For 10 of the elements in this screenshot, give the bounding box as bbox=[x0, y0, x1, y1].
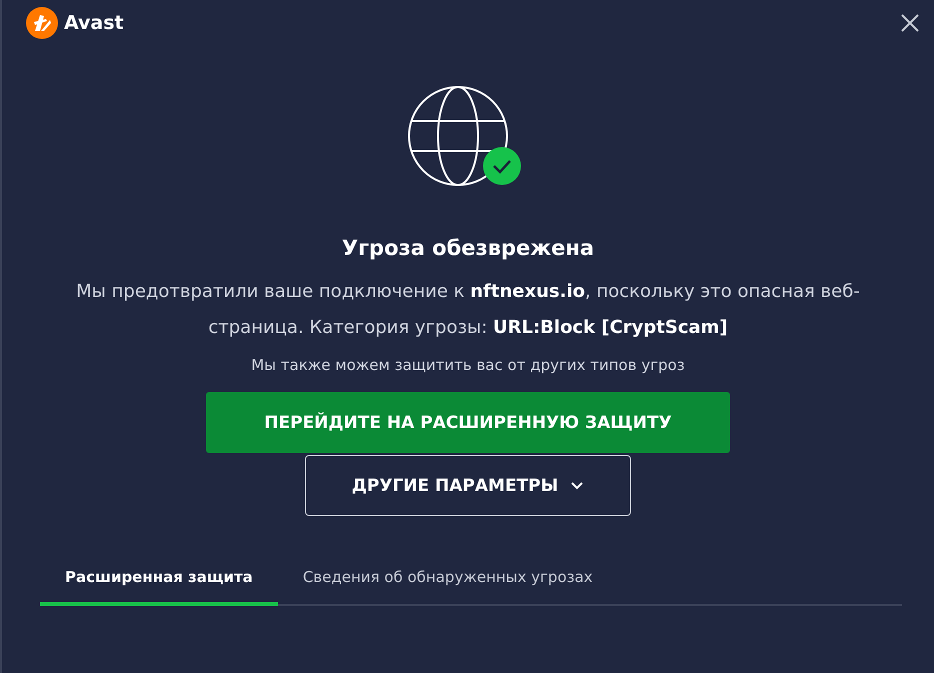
chevron-down-icon bbox=[570, 480, 584, 490]
tab[interactable]: Сведения об обнаруженных угрозах bbox=[278, 556, 618, 606]
logo-icon bbox=[26, 7, 58, 39]
threat-message: Мы предотвратили ваше подключение к nftnexus.io, поскольку это опасная веб-страница. Категория угрозы: URL:Block [CryptScam] bbox=[75, 280, 861, 340]
brand-name: Avast bbox=[64, 12, 124, 34]
protection-note: Мы также можем защитить вас от других типов угроз bbox=[251, 356, 685, 374]
upgrade-button[interactable]: ПЕРЕЙДИТЕ НА РАСШИРЕННУЮ ЗАЩИТУ bbox=[206, 392, 730, 453]
tab[interactable]: Расширенная защита bbox=[40, 556, 278, 606]
options-button[interactable]: ДРУГИЕ ПАРАМЕТРЫ bbox=[305, 455, 631, 516]
status-title: Угроза обезврежена bbox=[342, 236, 594, 260]
